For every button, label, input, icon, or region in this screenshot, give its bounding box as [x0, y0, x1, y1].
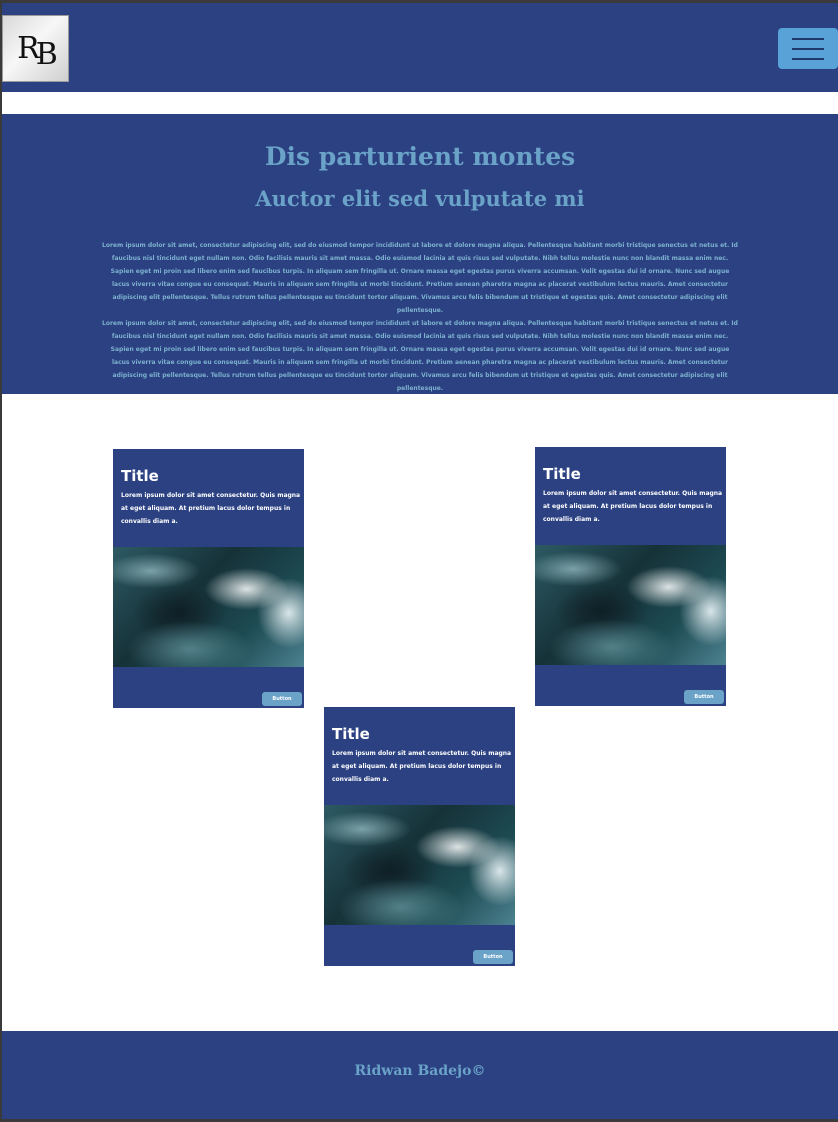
card: Title Lorem ipsum dolor sit amet consect… — [324, 707, 515, 966]
site-footer: Ridwan Badejo© — [2, 1031, 838, 1119]
hero-paragraph: Lorem ipsum dolor sit amet, consectetur … — [102, 242, 738, 314]
card-title: Title — [121, 467, 159, 485]
card: Title Lorem ipsum dolor sit amet consect… — [113, 449, 304, 708]
card-title: Title — [543, 465, 581, 483]
card-button[interactable]: Button — [473, 950, 513, 964]
card-text: Lorem ipsum dolor sit amet consectetur. … — [543, 490, 723, 523]
card-title: Title — [332, 725, 370, 743]
page: RB Dis parturient montes Auctor elit sed… — [2, 3, 838, 1119]
site-header: RB — [2, 3, 838, 92]
hero-paragraph: Lorem ipsum dolor sit amet, consectetur … — [102, 320, 738, 392]
hero-subtitle: Auctor elit sed vulputate mi — [255, 186, 585, 211]
hero-section: Dis parturient montes Auctor elit sed vu… — [2, 114, 838, 394]
hamburger-icon — [792, 37, 824, 40]
card-button[interactable]: Button — [262, 692, 302, 706]
logo-letter-b: B — [35, 37, 58, 72]
card-image-ocean — [324, 805, 515, 925]
card-text: Lorem ipsum dolor sit amet consectetur. … — [121, 492, 301, 525]
hero-title: Dis parturient montes — [264, 142, 576, 171]
card-image-ocean — [113, 547, 304, 667]
footer-copyright: Ridwan Badejo© — [354, 1063, 486, 1079]
hamburger-menu-button[interactable] — [778, 28, 838, 69]
card-button[interactable]: Button — [684, 690, 724, 704]
hamburger-icon-line — [792, 47, 824, 50]
card: Title Lorem ipsum dolor sit amet consect… — [535, 447, 726, 706]
hamburger-icon-line — [792, 57, 824, 60]
card-text: Lorem ipsum dolor sit amet consectetur. … — [332, 750, 512, 783]
site-logo[interactable]: RB — [2, 15, 69, 82]
card-image-ocean — [535, 545, 726, 665]
logo-letter-r: R — [17, 31, 40, 66]
